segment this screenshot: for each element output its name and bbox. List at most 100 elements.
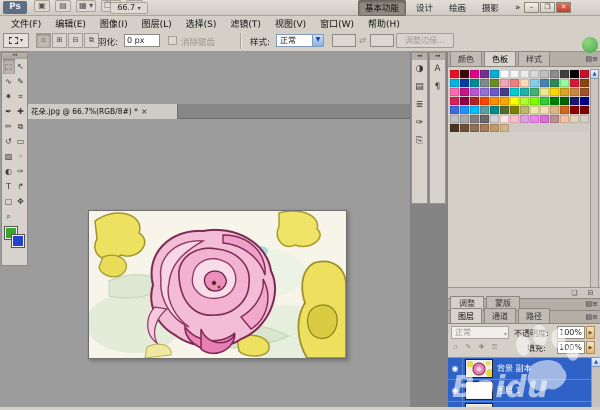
panel-tab[interactable]: 图层	[450, 308, 482, 323]
dock-panel-icon-dock-character-icon[interactable]: A	[430, 60, 445, 78]
menu-item[interactable]: 编辑(E)	[48, 16, 93, 31]
eye-icon[interactable]: ◉	[448, 402, 463, 408]
dock-collapse-icon[interactable]: ◂◂	[430, 53, 445, 60]
color-swatch[interactable]	[460, 106, 469, 114]
tool-button-pen-tool[interactable]: ✑	[15, 164, 27, 179]
dock-panel-icon-dock-clone-source-icon[interactable]: ⎘	[412, 132, 427, 150]
color-swatch[interactable]	[560, 97, 569, 105]
color-swatch[interactable]	[550, 115, 559, 123]
tool-button-magic-wand-tool[interactable]: ✷	[3, 89, 15, 104]
color-swatch[interactable]	[560, 115, 569, 123]
workspace-button[interactable]: 绘画	[443, 1, 472, 15]
document-tab[interactable]: 花朵.jpg @ 66.7%(RGB/8#) * ×	[28, 104, 178, 119]
menu-item[interactable]: 图像(I)	[93, 16, 135, 31]
color-swatch[interactable]	[500, 70, 509, 78]
color-swatch[interactable]	[530, 70, 539, 78]
scroll-up-icon[interactable]: ▲	[591, 70, 598, 79]
color-swatch[interactable]	[470, 88, 479, 96]
color-swatch[interactable]	[530, 79, 539, 87]
color-swatch[interactable]	[480, 79, 489, 87]
new-swatch-icon[interactable]: ❏	[568, 289, 581, 298]
color-swatch[interactable]	[570, 88, 579, 96]
color-swatch[interactable]	[450, 97, 459, 105]
color-swatch[interactable]	[460, 115, 469, 123]
close-tab-icon[interactable]: ×	[141, 107, 148, 116]
tool-button-brush-tool[interactable]: ✏	[3, 119, 15, 134]
background-color-swatch[interactable]	[12, 235, 24, 247]
color-swatch[interactable]	[550, 97, 559, 105]
color-swatch[interactable]	[450, 124, 459, 132]
tool-preset-picker[interactable]: ▾	[3, 33, 29, 48]
tool-button-quick-selection-tool[interactable]: ✎	[15, 74, 27, 89]
color-swatch[interactable]	[570, 97, 579, 105]
color-swatch[interactable]	[490, 106, 499, 114]
color-swatch[interactable]	[460, 79, 469, 87]
color-swatch[interactable]	[540, 97, 549, 105]
swatches-scrollbar[interactable]: ▲	[590, 69, 599, 288]
color-swatch[interactable]	[520, 97, 529, 105]
workspace-button[interactable]: 摄影	[476, 1, 505, 15]
color-swatch[interactable]	[550, 79, 559, 87]
color-swatch[interactable]	[500, 124, 509, 132]
color-swatch[interactable]	[580, 115, 589, 123]
color-swatch[interactable]	[540, 106, 549, 114]
scroll-up-icon[interactable]: ▲	[592, 358, 600, 367]
color-swatch[interactable]	[570, 106, 579, 114]
fill-input[interactable]: 100%	[557, 341, 585, 354]
appbar-icon-bridge-icon[interactable]: ▣	[34, 0, 50, 12]
panel-tab[interactable]: 路径	[518, 308, 550, 323]
menu-item[interactable]: 帮助(H)	[361, 16, 407, 31]
dock-panel-icon-dock-brush-icon[interactable]: ✑	[412, 114, 427, 132]
color-swatch[interactable]	[580, 79, 589, 87]
menu-item[interactable]: 文件(F)	[4, 16, 48, 31]
color-swatch[interactable]	[450, 115, 459, 123]
layer-row[interactable]: ◉ 背景 副本	[448, 358, 600, 380]
layer-row[interactable]: ◉ 图层 1	[448, 380, 600, 402]
color-swatch[interactable]	[580, 106, 589, 114]
tool-button-shape-tool[interactable]: ▢	[3, 194, 15, 209]
color-swatch[interactable]	[460, 70, 469, 78]
color-swatch[interactable]	[480, 106, 489, 114]
color-swatch[interactable]	[480, 70, 489, 78]
color-swatch[interactable]	[500, 79, 509, 87]
color-swatch[interactable]	[450, 88, 459, 96]
color-swatch[interactable]	[510, 106, 519, 114]
color-swatch[interactable]	[510, 70, 519, 78]
color-swatch[interactable]	[540, 79, 549, 87]
color-swatch[interactable]	[490, 97, 499, 105]
color-swatch[interactable]	[480, 88, 489, 96]
color-swatch[interactable]	[570, 115, 579, 123]
color-swatch[interactable]	[480, 115, 489, 123]
tool-button-dodge-tool[interactable]: ◐	[3, 164, 15, 179]
color-swatch[interactable]	[560, 88, 569, 96]
color-swatch[interactable]	[560, 106, 569, 114]
color-swatch[interactable]	[510, 88, 519, 96]
selection-mode-button-new-selection[interactable]: ▫	[36, 33, 51, 48]
color-swatch[interactable]	[450, 70, 459, 78]
panel-tab[interactable]: 色板	[484, 51, 516, 66]
tool-button-path-selection-tool[interactable]: ↱	[15, 179, 27, 194]
color-swatch[interactable]	[530, 115, 539, 123]
opacity-input[interactable]: 100%	[557, 326, 585, 339]
color-swatch[interactable]	[560, 70, 569, 78]
tool-button-hand-tool[interactable]: ✥	[15, 194, 27, 209]
workspace-button[interactable]: 设计	[410, 1, 439, 15]
color-swatch[interactable]	[520, 79, 529, 87]
tool-button[interactable]	[15, 209, 27, 224]
color-swatch[interactable]	[460, 97, 469, 105]
color-swatch[interactable]	[470, 115, 479, 123]
opacity-slider-icon[interactable]: ▶	[586, 326, 595, 339]
color-swatch[interactable]	[570, 70, 579, 78]
panel-menu-icon[interactable]: ▤≡	[586, 55, 598, 63]
selection-mode-button-add-to-selection[interactable]: ⊞	[52, 33, 67, 48]
color-swatch[interactable]	[540, 70, 549, 78]
layer-thumbnail[interactable]	[466, 360, 492, 377]
panel-menu-icon[interactable]: ▤≡	[586, 300, 598, 308]
tool-button-rectangular-marquee-tool[interactable]: ⬚	[3, 59, 15, 74]
canvas-area[interactable]: 花朵.jpg @ 66.7%(RGB/8#) * ×	[0, 52, 410, 407]
color-swatch[interactable]	[520, 115, 529, 123]
eye-icon[interactable]: ◉	[448, 380, 463, 402]
color-swatch[interactable]	[490, 115, 499, 123]
panel-tab[interactable]: 颜色	[450, 51, 482, 66]
color-swatch[interactable]	[480, 97, 489, 105]
